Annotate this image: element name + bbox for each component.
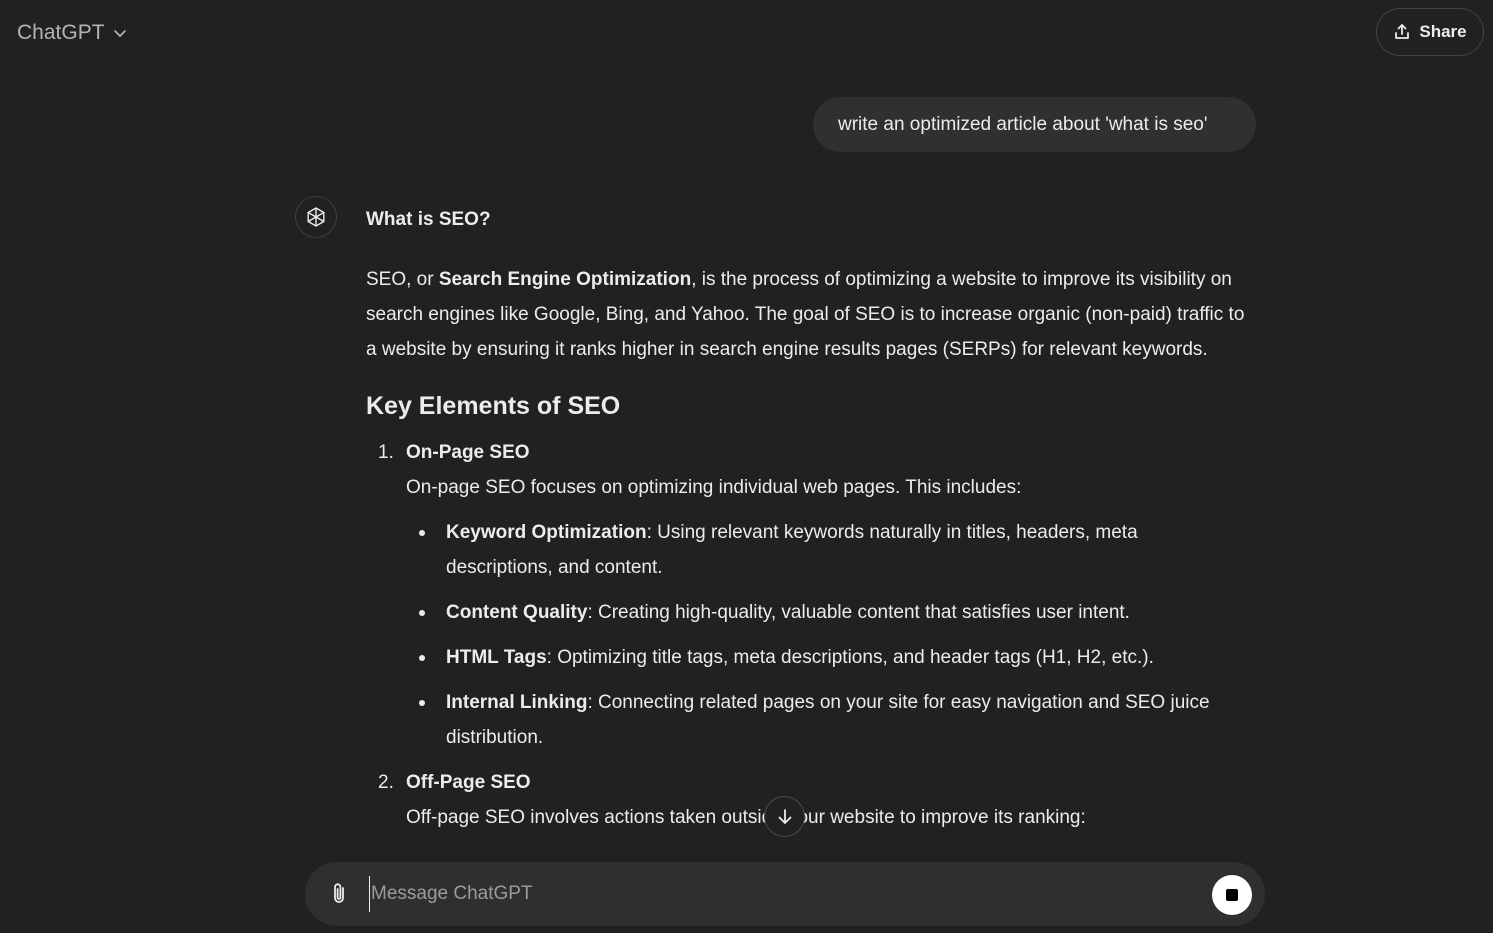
share-button[interactable]: Share	[1376, 8, 1484, 56]
list-item-description: On-page SEO focuses on optimizing indivi…	[406, 477, 1022, 498]
top-header: ChatGPT Share	[0, 0, 1493, 66]
list-item-title: On-Page SEO	[406, 442, 530, 463]
bullet-list: Keyword Optimization: Using relevant key…	[406, 515, 1246, 755]
list-number: 2.	[378, 772, 394, 793]
stop-square-icon	[1226, 889, 1238, 901]
bullet-item: Internal Linking: Connecting related pag…	[406, 685, 1246, 755]
attach-button[interactable]	[325, 880, 353, 908]
message-composer	[305, 862, 1265, 926]
scroll-to-bottom-button[interactable]	[764, 796, 805, 837]
chat-page: ChatGPT Share write an optimized article…	[0, 0, 1493, 933]
list-item-title: Off-Page SEO	[406, 772, 531, 793]
bullet-item: HTML Tags: Optimizing title tags, meta d…	[406, 640, 1246, 675]
article-title: What is SEO?	[366, 209, 491, 230]
bullet-term: Content Quality	[446, 602, 588, 623]
intro-prefix: SEO, or	[366, 269, 439, 290]
bullet-text: : Creating high-quality, valuable conten…	[587, 602, 1130, 623]
list-item-off-page-seo: 2. Off-Page SEO Off-page SEO involves ac…	[366, 765, 1246, 835]
user-message-text: write an optimized article about 'what i…	[838, 113, 1208, 135]
bullet-item: Keyword Optimization: Using relevant key…	[406, 515, 1246, 585]
message-input[interactable]	[369, 876, 1189, 912]
stop-generating-button[interactable]	[1212, 875, 1252, 915]
section-heading: Key Elements of SEO	[366, 392, 621, 420]
chevron-down-icon	[113, 30, 126, 37]
bullet-term: HTML Tags	[446, 647, 547, 668]
assistant-message: What is SEO? SEO, or Search Engine Optim…	[366, 202, 1246, 835]
user-message-bubble: write an optimized article about 'what i…	[813, 97, 1256, 152]
intro-paragraph: SEO, or Search Engine Optimization, is t…	[366, 262, 1246, 367]
list-number: 1.	[378, 442, 394, 463]
assistant-avatar	[295, 196, 337, 238]
share-label: Share	[1419, 22, 1467, 41]
model-name: ChatGPT	[17, 21, 105, 44]
list-item-on-page-seo: 1. On-Page SEO On-page SEO focuses on op…	[366, 435, 1246, 755]
model-selector[interactable]: ChatGPT	[17, 18, 127, 48]
list-item-description: Off-page SEO involves actions taken outs…	[406, 807, 1086, 828]
bullet-term: Internal Linking	[446, 692, 588, 713]
bullet-term: Keyword Optimization	[446, 522, 647, 543]
openai-logo-icon	[307, 207, 325, 227]
bullet-text: : Optimizing title tags, meta descriptio…	[546, 647, 1154, 668]
intro-bold-term: Search Engine Optimization	[438, 269, 692, 290]
bullet-item: Content Quality: Creating high-quality, …	[406, 595, 1246, 630]
share-upload-icon	[1395, 24, 1410, 39]
paperclip-icon	[334, 883, 344, 903]
arrow-down-icon	[778, 808, 791, 824]
